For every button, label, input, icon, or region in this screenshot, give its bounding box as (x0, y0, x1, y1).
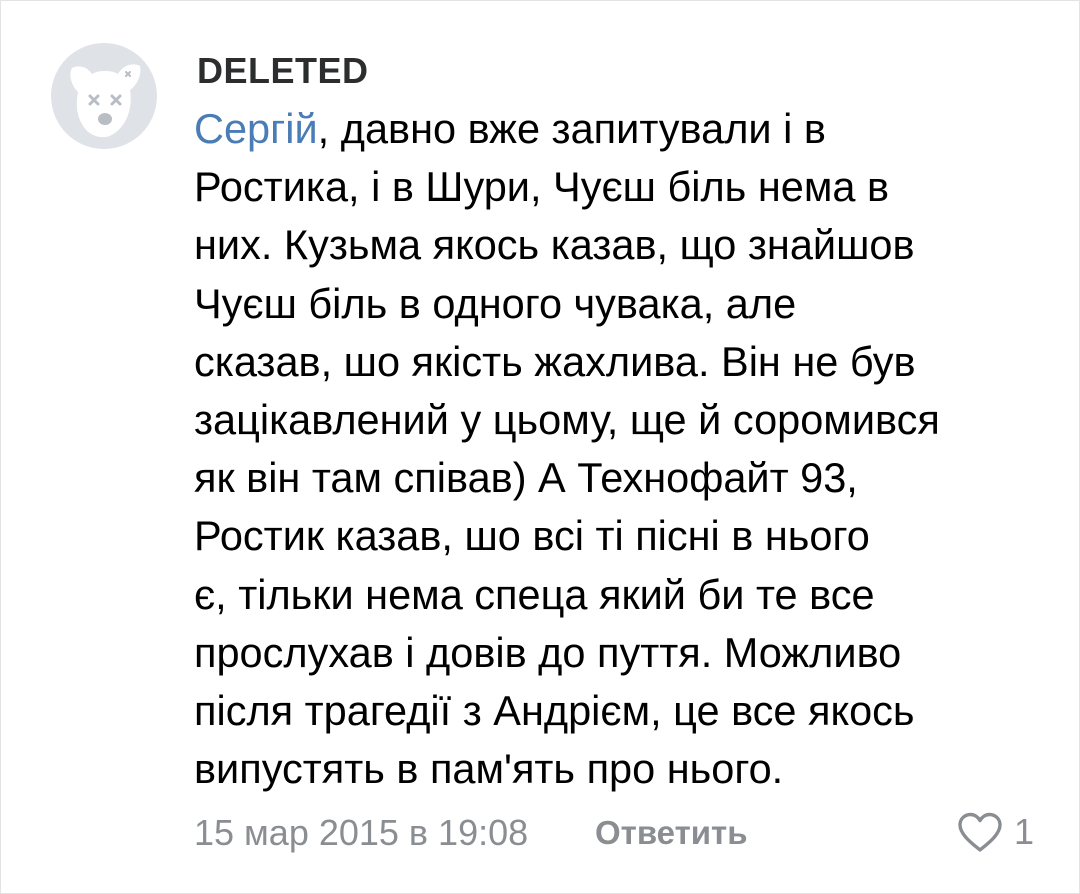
comment-line: зацікавлений у цьому, ще й соромився (194, 396, 940, 444)
comment-line: як він там співав) А Технофайт 93, (194, 454, 858, 502)
comment-line: Сергій, давно вже запитували і в (194, 100, 1054, 158)
comment-line: Чуєш біль в одного чувака, але (194, 279, 797, 327)
comment-line: випустять в пам'ять про нього. (194, 745, 784, 793)
comment-timestamp[interactable]: 15 мар 2015 в 19:08 (194, 813, 528, 853)
comment-line: є, тільки нема спеца який би те все (194, 570, 875, 618)
like-count: 1 (1014, 811, 1035, 852)
mention-link[interactable]: Сергій (194, 105, 318, 152)
deleted-dog-icon (51, 43, 157, 149)
comment-line: сказав, шо якість жахлива. Він не був (194, 337, 916, 385)
author-name[interactable]: DELETED (197, 51, 369, 91)
comment-line: Ростик казав, шо всі ті пісні в нього (194, 512, 870, 560)
comment-line: Ростика, і в Шури, Чуєш біль нема в (194, 163, 890, 211)
like-button[interactable]: 1 (956, 809, 1034, 855)
comment-line: прослухав і довів до пуття. Можливо (194, 628, 902, 676)
heart-outline-icon (958, 812, 1002, 852)
comment-line-text: , давно вже запитували і в (317, 105, 826, 152)
avatar[interactable] (50, 42, 158, 150)
comment-line: них. Кузьма якось казав, що знайшов (194, 221, 915, 269)
comment-text: Сергій, давно вже запитували і в Ростика… (194, 100, 1054, 798)
comment-card: DELETED Сергій, давно вже запитували і в… (0, 0, 1080, 894)
comment-line: після трагедії з Андрієм, це все якось (194, 687, 915, 735)
comment-footer: 15 мар 2015 в 19:08 Ответить 1 (194, 807, 1034, 857)
reply-button[interactable]: Ответить (595, 813, 748, 853)
